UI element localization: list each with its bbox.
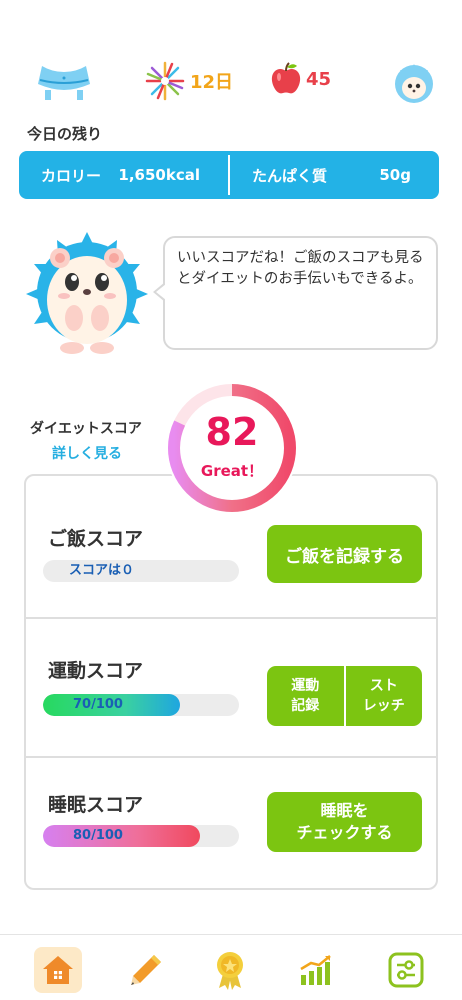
nav-stats[interactable] (292, 947, 340, 993)
sleep-score-title: 睡眠スコア (48, 794, 144, 816)
record-exercise-line1: 運動 (291, 678, 320, 694)
stretch-line1: スト (369, 678, 398, 694)
streak-counter[interactable]: 12日 (144, 60, 233, 102)
nav-settings[interactable] (382, 947, 430, 993)
nav-record[interactable] (122, 947, 170, 993)
apple-counter[interactable]: 45 (270, 62, 331, 96)
streak-days-text: 12日 (190, 72, 234, 93)
diet-score-rank: Great！ (200, 462, 264, 480)
stretch-line2: レッチ (362, 698, 405, 714)
check-sleep-line1: 睡眠を (320, 801, 369, 820)
nav-achievements[interactable] (206, 947, 254, 993)
score-card: ご飯スコア スコアは０ ご飯を記録する 運動スコア 70/100 運動記録 スト… (24, 474, 438, 890)
exercise-score-text: 70/100 (73, 697, 123, 712)
hedgehog-mascot[interactable] (22, 230, 152, 360)
remaining-bar[interactable]: カロリー 1,650kcal たんぱく質 50g (19, 151, 439, 199)
stretch-button[interactable]: スト レッチ (346, 666, 423, 726)
speech-bubble: いいスコアだね！ご飯のスコアも見るとダイエットのお手伝いもできるよ。 (163, 236, 438, 350)
apple-count-text: 45 (306, 68, 332, 90)
apple-icon (271, 62, 301, 94)
meal-score-bar: スコアは０ (43, 560, 239, 582)
pencil-icon (131, 955, 161, 985)
meal-score-title: ご飯スコア (48, 528, 144, 550)
card-divider (26, 617, 436, 619)
protein-label: たんぱく質 (252, 166, 328, 185)
medal-icon (217, 952, 243, 990)
nav-home[interactable] (34, 947, 82, 993)
card-divider (26, 756, 436, 758)
exercise-score-bar: 70/100 (43, 694, 239, 716)
check-sleep-line2: チェックする (296, 823, 393, 842)
check-sleep-button[interactable]: 睡眠を チェックする (267, 792, 422, 852)
home-icon (43, 956, 73, 984)
hedgehog-avatar-icon[interactable] (394, 64, 434, 104)
protein-value: 50g (379, 166, 411, 184)
remaining-protein: たんぱく質 50g (230, 151, 439, 199)
diet-score-label: ダイエットスコア (30, 421, 142, 437)
top-stats-bar: 12日 45 (0, 60, 462, 104)
record-exercise-line2: 記録 (291, 698, 320, 714)
sleep-score-bar: 80/100 (43, 825, 239, 847)
exercise-score-title: 運動スコア (48, 660, 144, 682)
waist-measure-icon[interactable] (36, 64, 92, 100)
bottom-nav (0, 934, 462, 1000)
calorie-value: 1,650kcal (118, 166, 200, 184)
diet-score-detail-link[interactable]: 詳しく見る (52, 443, 122, 463)
settings-icon (388, 952, 424, 988)
record-meal-button[interactable]: ご飯を記録する (267, 525, 422, 583)
remaining-calorie: カロリー 1,650kcal (19, 151, 228, 199)
diet-score-gauge[interactable]: 82 Great！ (166, 382, 298, 514)
record-exercise-button[interactable]: 運動 記録 (267, 666, 344, 726)
chart-icon (300, 955, 331, 985)
remaining-title: 今日の残り (27, 125, 103, 143)
sleep-score-text: 80/100 (73, 828, 123, 843)
diet-score-value: 82 (205, 410, 259, 454)
speech-bubble-tail-inner (156, 284, 166, 300)
exercise-buttons: 運動記録 ストレッチ (267, 666, 422, 726)
calorie-label: カロリー (41, 166, 102, 185)
fireworks-icon (145, 61, 185, 101)
meal-score-text: スコアは０ (69, 563, 135, 578)
